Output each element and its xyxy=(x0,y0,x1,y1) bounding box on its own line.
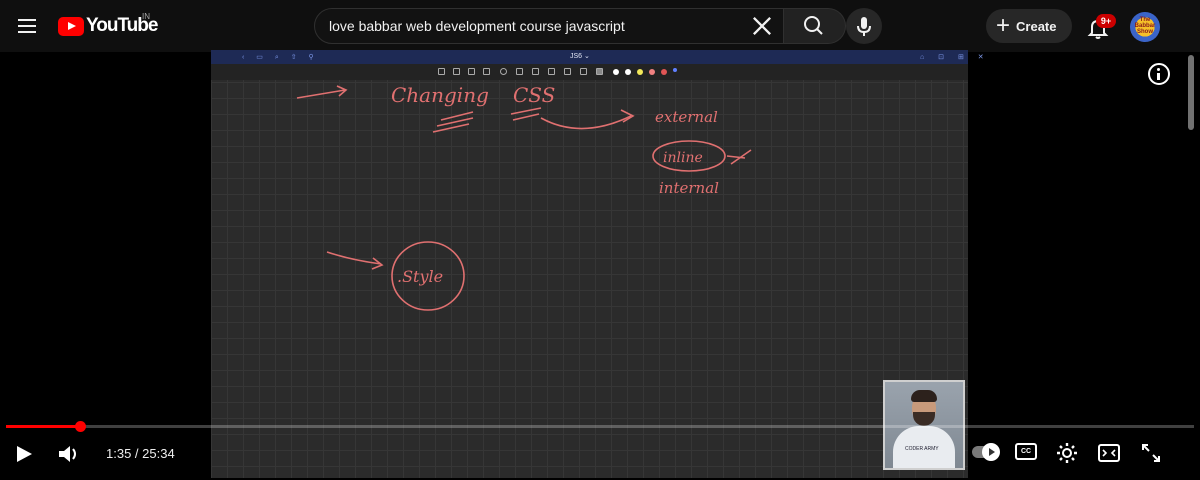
menu-icon[interactable] xyxy=(14,14,40,38)
autoplay-play-icon xyxy=(989,448,995,456)
time-display: 1:35 / 25:34 xyxy=(106,446,175,461)
lasso-tool-icon xyxy=(483,68,490,75)
plus-icon: + xyxy=(996,12,1011,39)
clear-search-icon[interactable] xyxy=(748,12,776,40)
pen-color-swatch xyxy=(649,69,655,75)
pen-color-swatch xyxy=(625,69,631,75)
scrubber-handle[interactable] xyxy=(74,421,86,432)
subtitles-button[interactable]: CC xyxy=(1015,443,1037,460)
notification-badge: 9+ xyxy=(1096,14,1116,28)
fullscreen-icon[interactable] xyxy=(1139,441,1163,465)
pen-tool-icon xyxy=(438,68,445,75)
image-tool-icon xyxy=(516,68,523,75)
search-icon xyxy=(804,16,823,35)
masthead: YouTube IN + Create 9+ The Babbar Show xyxy=(0,0,1200,52)
create-button[interactable]: + Create xyxy=(986,9,1072,43)
whiteboard-title: JS6 ⌄ xyxy=(570,53,590,60)
volume-icon[interactable] xyxy=(56,442,82,466)
pen-color-swatch xyxy=(661,69,667,75)
text-tool-icon xyxy=(532,68,539,75)
create-label: Create xyxy=(1016,18,1057,34)
ink-text-inline: inline xyxy=(663,150,703,166)
ink-text-changing: Changing xyxy=(391,83,489,107)
country-code: IN xyxy=(142,12,150,21)
microphone-icon xyxy=(857,17,871,36)
info-icon[interactable] xyxy=(1148,63,1170,85)
voice-search-button[interactable] xyxy=(846,8,882,44)
play-icon[interactable] xyxy=(12,443,36,465)
lasso-select-icon xyxy=(580,68,587,75)
ink-text-style: .Style xyxy=(397,267,443,286)
pen-color-swatch xyxy=(613,69,619,75)
stroke-width-icon xyxy=(596,68,603,75)
whiteboard-window-icons: ⌂ ⊡ ⊞ ✕ xyxy=(920,54,990,61)
avatar-text-bottom: Show xyxy=(1137,29,1153,35)
pen-color-swatch xyxy=(673,68,677,72)
youtube-play-icon xyxy=(58,16,84,36)
shape-tool-icon xyxy=(500,68,507,75)
settings-gear-icon[interactable] xyxy=(1055,441,1079,465)
autoplay-knob xyxy=(982,443,1000,461)
ink-text-internal: internal xyxy=(659,179,719,197)
whiteboard-nav-icons: ‹ ▭ ⌕ ⇧ ⚲ xyxy=(242,54,319,61)
pen-color-swatch xyxy=(637,69,643,75)
shirt-logo: CODER ARMY xyxy=(905,446,939,452)
pointer-tool-icon xyxy=(564,68,571,75)
avatar[interactable]: The Babbar Show xyxy=(1130,12,1160,42)
highlighter-tool-icon xyxy=(468,68,475,75)
progress-played xyxy=(6,425,80,428)
search-button[interactable] xyxy=(784,8,846,44)
search-box xyxy=(314,8,784,44)
ink-text-css: CSS xyxy=(513,83,555,107)
eraser-tool-icon xyxy=(453,68,460,75)
whiteboard-toolbar xyxy=(211,64,968,80)
search-input[interactable] xyxy=(329,9,749,43)
whiteboard-ink: Changing CSS external inline internal .S… xyxy=(296,83,752,311)
page-scrollbar[interactable] xyxy=(1188,55,1194,130)
progress-bar[interactable] xyxy=(6,425,1194,428)
ink-text-external: external xyxy=(655,108,718,126)
theater-mode-icon[interactable] xyxy=(1097,442,1121,464)
sticker-tool-icon xyxy=(548,68,555,75)
